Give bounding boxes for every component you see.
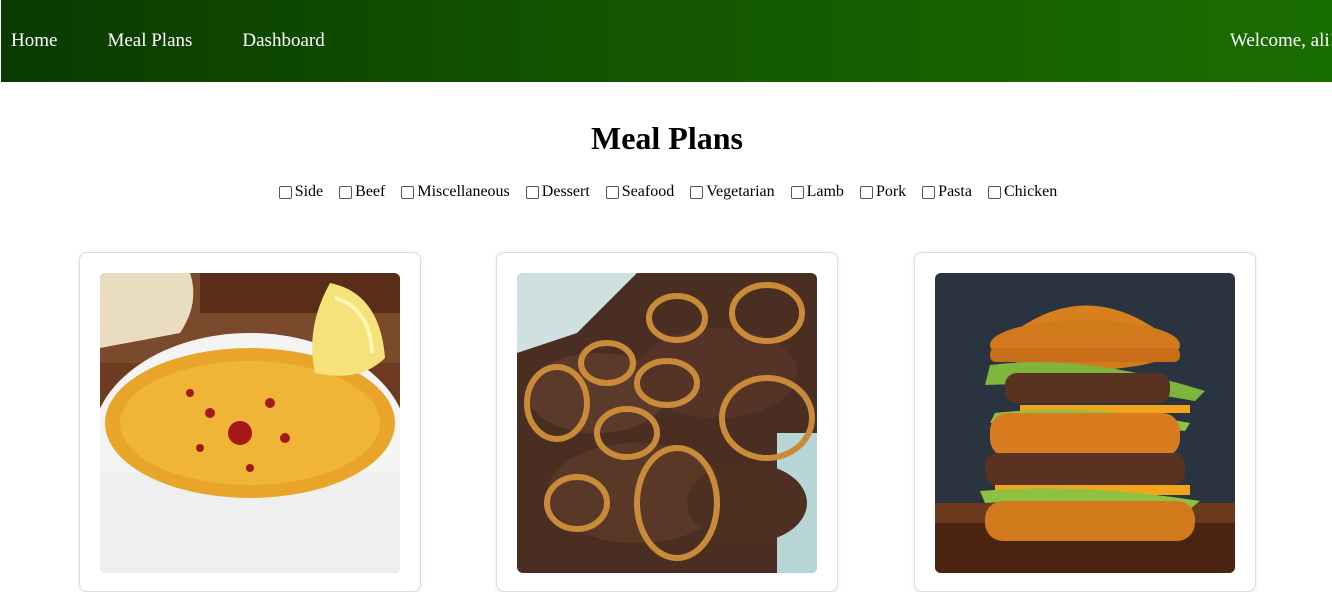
- filter-lamb-checkbox[interactable]: [790, 185, 804, 199]
- nav-link-dashboard[interactable]: Dashboard: [242, 30, 324, 52]
- filter-beef[interactable]: Beef: [335, 183, 385, 201]
- filter-pasta-checkbox[interactable]: [922, 185, 936, 199]
- filter-dessert[interactable]: Dessert: [522, 183, 590, 201]
- filter-label: Pork: [875, 183, 907, 200]
- category-filters: Side Beef Miscellaneous Dessert Seafood …: [0, 183, 1332, 201]
- filter-pasta[interactable]: Pasta: [918, 183, 972, 201]
- meal-card[interactable]: [79, 252, 421, 592]
- filter-label: Dessert: [541, 183, 590, 200]
- filter-label: Lamb: [806, 183, 844, 200]
- meal-card[interactable]: [914, 252, 1256, 592]
- filter-label: Vegetarian: [706, 183, 775, 200]
- meal-image-soup[interactable]: [100, 273, 400, 573]
- filter-lamb[interactable]: Lamb: [787, 183, 844, 201]
- filter-seafood[interactable]: Seafood: [602, 183, 674, 201]
- filter-label: Pasta: [938, 183, 972, 200]
- filter-label: Seafood: [621, 183, 675, 200]
- welcome-text: Welcome, ali!: [1229, 30, 1332, 51]
- nav-link-meal-plans[interactable]: Meal Plans: [107, 30, 192, 52]
- filter-pork[interactable]: Pork: [856, 183, 906, 201]
- filter-seafood-checkbox[interactable]: [605, 185, 619, 199]
- beef-photo: [517, 273, 817, 573]
- burger-photo: [935, 273, 1235, 573]
- meal-image-beef[interactable]: [517, 273, 817, 573]
- filter-label: Chicken: [1003, 183, 1058, 200]
- filter-pork-checkbox[interactable]: [859, 185, 873, 199]
- filter-beef-checkbox[interactable]: [339, 185, 353, 199]
- nav-links: Home Meal Plans Dashboard: [11, 30, 375, 52]
- page-title: Meal Plans: [591, 120, 743, 156]
- filter-chicken-checkbox[interactable]: [987, 185, 1001, 199]
- filter-miscellaneous[interactable]: Miscellaneous: [397, 183, 510, 201]
- filter-miscellaneous-checkbox[interactable]: [401, 185, 415, 199]
- filter-label: Side: [294, 183, 324, 200]
- top-navbar: Home Meal Plans Dashboard Welcome, ali!: [1, 0, 1332, 82]
- meal-card[interactable]: [496, 252, 838, 592]
- filter-chicken[interactable]: Chicken: [984, 183, 1057, 201]
- filter-vegetarian-checkbox[interactable]: [690, 185, 704, 199]
- meal-image-burger[interactable]: [935, 273, 1235, 573]
- filter-label: Miscellaneous: [417, 183, 510, 200]
- nav-link-home[interactable]: Home: [11, 30, 57, 52]
- filter-side[interactable]: Side: [275, 183, 323, 201]
- filter-vegetarian[interactable]: Vegetarian: [686, 183, 775, 201]
- filter-dessert-checkbox[interactable]: [525, 185, 539, 199]
- filter-label: Beef: [355, 183, 386, 200]
- soup-photo: [100, 273, 400, 573]
- filter-side-checkbox[interactable]: [278, 185, 292, 199]
